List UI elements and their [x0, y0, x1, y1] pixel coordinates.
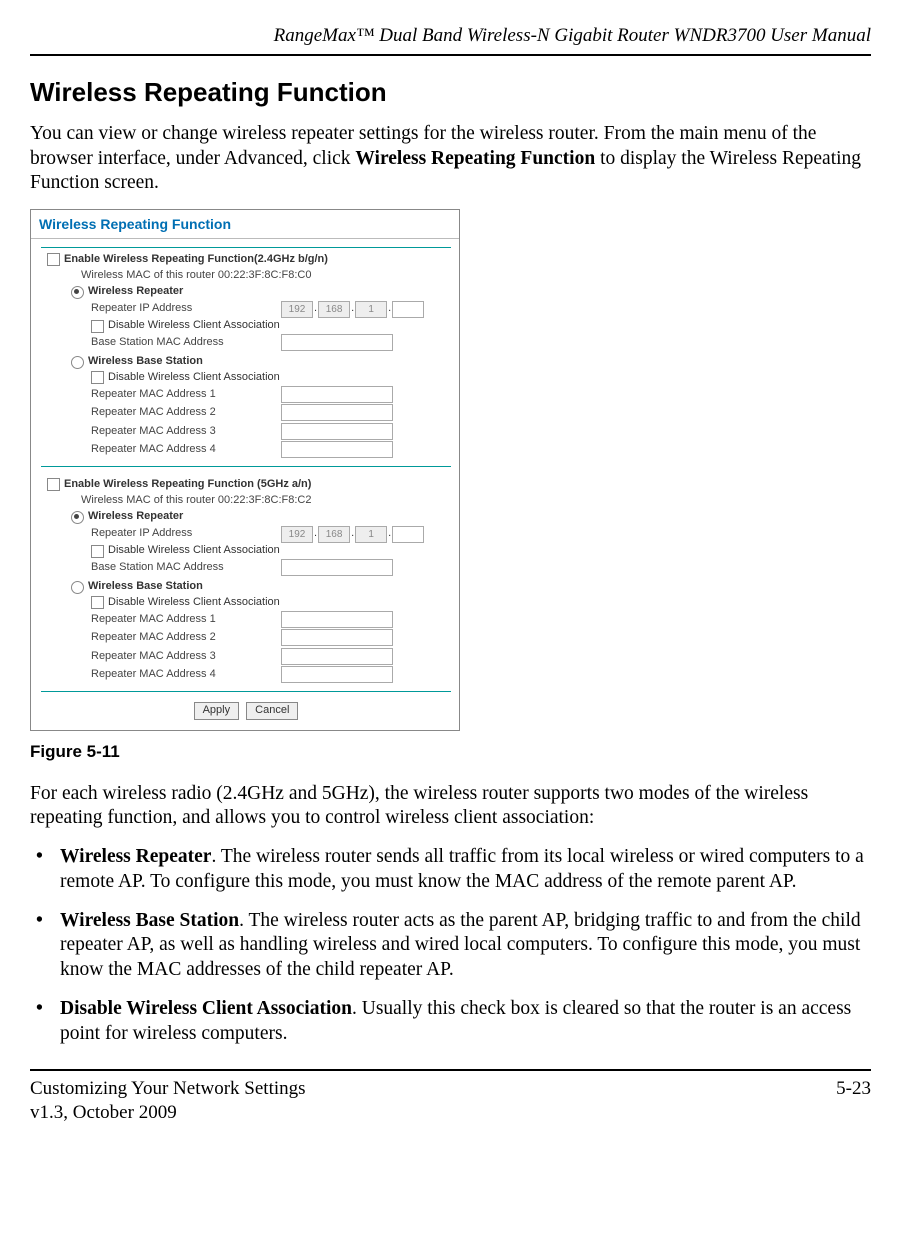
rmac1-input-5[interactable]	[281, 611, 393, 628]
rmac3-input-24[interactable]	[281, 423, 393, 440]
rmac3-label-24: Repeater MAC Address 3	[91, 425, 281, 439]
mac-router-24: Wireless MAC of this router 00:22:3F:8C:…	[81, 269, 451, 283]
bullet-disable-assoc: Disable Wireless Client Association. Usu…	[30, 997, 871, 1047]
rmac1-input-24[interactable]	[281, 386, 393, 403]
rmac1-label-24: Repeater MAC Address 1	[91, 388, 281, 402]
bullet-list: Wireless Repeater. The wireless router s…	[30, 845, 871, 1048]
rmac4-input-24[interactable]	[281, 441, 393, 458]
ip-5-oct4[interactable]	[392, 526, 424, 543]
rmac4-input-5[interactable]	[281, 666, 393, 683]
ip-24-oct4[interactable]	[392, 301, 424, 318]
ip-24-oct1[interactable]: 192	[281, 301, 313, 318]
radio-base-5[interactable]	[71, 581, 84, 594]
bullet-disable-lead: Disable Wireless Client Association	[60, 998, 352, 1019]
disable-assoc-repeater-5-checkbox[interactable]	[91, 545, 104, 558]
footer-center: v1.3, October 2009	[30, 1101, 871, 1125]
bullet-repeater: Wireless Repeater. The wireless router s…	[30, 845, 871, 895]
ip-24-oct3[interactable]: 1	[355, 301, 387, 318]
ip-5-oct1[interactable]: 192	[281, 526, 313, 543]
radio-base-24[interactable]	[71, 356, 84, 369]
disable-assoc-repeater-24-checkbox[interactable]	[91, 320, 104, 333]
disable-assoc-base-5: Disable Wireless Client Association	[108, 596, 280, 610]
enable-24ghz-label: Enable Wireless Repeating Function(2.4GH…	[64, 253, 328, 267]
intro-bold: Wireless Repeating Function	[355, 148, 595, 169]
repeater-ip-label-5: Repeater IP Address	[91, 527, 281, 541]
repeater-ip-label-24: Repeater IP Address	[91, 302, 281, 316]
rmac1-label-5: Repeater MAC Address 1	[91, 613, 281, 627]
section-title: Wireless Repeating Function	[30, 76, 871, 109]
intro-paragraph: You can view or change wireless repeater…	[30, 122, 871, 195]
enable-5ghz-checkbox[interactable]	[47, 478, 60, 491]
figure-caption: Figure 5-11	[30, 741, 871, 762]
radio-repeater-5[interactable]	[71, 511, 84, 524]
radio-repeater-24[interactable]	[71, 286, 84, 299]
mac-router-5: Wireless MAC of this router 00:22:3F:8C:…	[81, 494, 451, 508]
enable-24ghz-checkbox[interactable]	[47, 253, 60, 266]
rmac3-label-5: Repeater MAC Address 3	[91, 650, 281, 664]
block-5ghz: Enable Wireless Repeating Function (5GHz…	[41, 473, 451, 692]
base-mac-label-24: Base Station MAC Address	[91, 336, 281, 350]
modes-intro: For each wireless radio (2.4GHz and 5GHz…	[30, 782, 871, 831]
disable-assoc-base-24-checkbox[interactable]	[91, 371, 104, 384]
base-mac-label-5: Base Station MAC Address	[91, 561, 281, 575]
bullet-base-station: Wireless Base Station. The wireless rout…	[30, 909, 871, 984]
block-24ghz: Enable Wireless Repeating Function(2.4GH…	[41, 247, 451, 467]
footer-left: Customizing Your Network Settings	[30, 1077, 306, 1101]
rmac2-label-24: Repeater MAC Address 2	[91, 406, 281, 420]
rmac2-label-5: Repeater MAC Address 2	[91, 631, 281, 645]
rmac4-label-5: Repeater MAC Address 4	[91, 668, 281, 682]
rmac2-input-24[interactable]	[281, 404, 393, 421]
repeater-section-5: Wireless Repeater	[88, 510, 183, 524]
rmac3-input-5[interactable]	[281, 648, 393, 665]
base-section-5: Wireless Base Station	[88, 580, 203, 594]
disable-assoc-base-24: Disable Wireless Client Association	[108, 371, 280, 385]
panel-title: Wireless Repeating Function	[31, 210, 459, 239]
screenshot-figure: Wireless Repeating Function Enable Wirel…	[30, 209, 460, 730]
ip-5-oct2[interactable]: 168	[318, 526, 350, 543]
apply-button[interactable]: Apply	[194, 702, 240, 720]
ip-5-oct3[interactable]: 1	[355, 526, 387, 543]
footer-right: 5-23	[836, 1077, 871, 1101]
cancel-button[interactable]: Cancel	[246, 702, 298, 720]
disable-assoc-base-5-checkbox[interactable]	[91, 596, 104, 609]
ip-24-oct2[interactable]: 168	[318, 301, 350, 318]
rmac4-label-24: Repeater MAC Address 4	[91, 443, 281, 457]
bullet-repeater-lead: Wireless Repeater	[60, 846, 211, 867]
disable-assoc-repeater-5: Disable Wireless Client Association	[108, 544, 280, 558]
disable-assoc-repeater-24: Disable Wireless Client Association	[108, 319, 280, 333]
base-mac-input-24[interactable]	[281, 334, 393, 351]
enable-5ghz-label: Enable Wireless Repeating Function (5GHz…	[64, 478, 311, 492]
running-header: RangeMax™ Dual Band Wireless-N Gigabit R…	[30, 24, 871, 56]
base-mac-input-5[interactable]	[281, 559, 393, 576]
repeater-section-24: Wireless Repeater	[88, 285, 183, 299]
base-section-24: Wireless Base Station	[88, 355, 203, 369]
bullet-base-lead: Wireless Base Station	[60, 910, 239, 931]
rmac2-input-5[interactable]	[281, 629, 393, 646]
